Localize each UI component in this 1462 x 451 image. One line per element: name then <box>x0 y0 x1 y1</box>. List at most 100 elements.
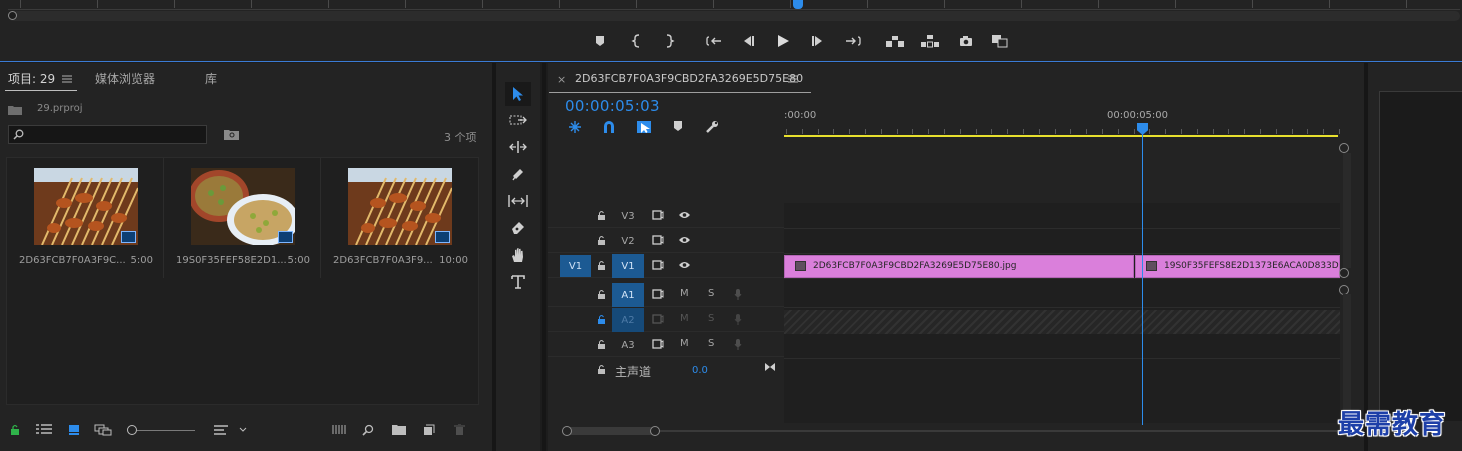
lock-icon[interactable] <box>597 339 606 350</box>
microphone-icon[interactable] <box>734 338 742 351</box>
zoom-slider-handle[interactable] <box>127 425 137 435</box>
lock-icon[interactable] <box>597 260 606 271</box>
mark-in-button[interactable] <box>626 30 648 52</box>
timeline-clip[interactable]: 2D63FCB7F0A3F9CBD2FA3269E5D75E80.jpg <box>784 255 1134 278</box>
microphone-icon[interactable] <box>734 313 742 326</box>
tab-media-browser[interactable]: 媒体浏览器 <box>95 70 155 87</box>
eye-icon[interactable] <box>678 235 691 245</box>
close-sequence-button[interactable]: × <box>557 73 566 86</box>
source-patch-v1[interactable]: V1 <box>560 255 591 277</box>
step-forward-button[interactable] <box>807 30 829 52</box>
linked-selection-icon[interactable] <box>636 120 652 134</box>
solo-button[interactable]: S <box>708 338 714 349</box>
panel-divider[interactable] <box>542 63 546 451</box>
hscroll-thumb[interactable] <box>564 427 654 435</box>
track-name[interactable]: V1 <box>612 254 644 278</box>
step-back-button[interactable] <box>737 30 759 52</box>
hscroll-handle-left[interactable] <box>562 426 572 436</box>
monitor-time-ruler[interactable] <box>8 0 1460 10</box>
track-name[interactable]: A3 <box>612 333 644 357</box>
track-name[interactable]: V2 <box>612 229 644 253</box>
lock-icon[interactable] <box>597 289 606 300</box>
mark-out-button[interactable] <box>658 30 680 52</box>
master-volume-value[interactable]: 0.0 <box>692 365 708 376</box>
export-frame-button[interactable] <box>955 30 977 52</box>
lock-open-icon[interactable] <box>597 314 606 325</box>
find-icon[interactable] <box>362 424 374 436</box>
lane-a3[interactable] <box>784 334 1340 359</box>
monitor-zoom-scrollbar[interactable] <box>8 11 1460 21</box>
slip-tool[interactable] <box>505 189 531 213</box>
lock-icon[interactable] <box>597 235 606 246</box>
hscroll-track[interactable] <box>562 430 1350 432</box>
pen-tool[interactable] <box>505 216 531 240</box>
lane-v1[interactable]: 2D63FCB7F0A3F9CBD2FA3269E5D75E80.jpg 19S… <box>784 254 1340 279</box>
wrench-icon[interactable] <box>705 120 719 134</box>
video-vertical-scrollbar[interactable] <box>1343 153 1351 268</box>
sync-lock-icon[interactable] <box>652 260 664 270</box>
tab-library[interactable]: 库 <box>205 70 217 87</box>
monitor-playhead[interactable] <box>793 0 803 9</box>
nest-icon[interactable] <box>568 120 582 134</box>
track-name[interactable]: V3 <box>612 204 644 228</box>
track-area[interactable]: 2D63FCB7F0A3F9CBD2FA3269E5D75E80.jpg 19S… <box>784 203 1340 423</box>
add-marker-button[interactable] <box>589 30 611 52</box>
icon-view-icon[interactable] <box>68 424 80 435</box>
extract-button[interactable] <box>919 30 941 52</box>
search-input[interactable] <box>8 125 207 144</box>
timeline-horizontal-scrollbar[interactable] <box>562 426 1350 436</box>
playhead-line[interactable] <box>1142 133 1143 425</box>
timeline-clip[interactable]: 19S0F35FEFS8E2D1373E6ACA0D833D06.j <box>1135 255 1340 278</box>
lock-icon[interactable] <box>10 424 20 436</box>
mute-button[interactable]: M <box>680 313 689 324</box>
eye-icon[interactable] <box>678 210 691 220</box>
work-area-bar[interactable] <box>784 135 1338 137</box>
mute-button[interactable]: M <box>680 288 689 299</box>
lane-master[interactable] <box>784 359 1340 384</box>
time-ruler[interactable]: :00:00 00:00:05:00 <box>784 105 1340 137</box>
new-item-icon[interactable] <box>423 424 435 436</box>
audio-vertical-scrollbar[interactable] <box>1343 294 1351 419</box>
lane-v3[interactable] <box>784 204 1340 229</box>
sync-lock-icon[interactable] <box>652 339 664 349</box>
zoom-slider-track[interactable] <box>137 430 195 431</box>
ripple-edit-tool[interactable] <box>505 135 531 159</box>
new-bin-icon[interactable] <box>392 424 406 435</box>
microphone-icon[interactable] <box>734 288 742 301</box>
monitor-scroll-handle[interactable] <box>8 11 17 20</box>
sort-icon[interactable] <box>214 424 230 436</box>
tab-project[interactable]: 项目: 29 <box>8 70 55 87</box>
track-name[interactable]: A1 <box>612 283 644 307</box>
type-tool[interactable] <box>505 270 531 294</box>
video-scroll-handle-top[interactable] <box>1339 143 1349 153</box>
marker-icon[interactable] <box>672 120 684 132</box>
track-name[interactable]: A2 <box>612 308 644 332</box>
project-sequence-card[interactable]: 2D63FCB7F0A3F9... 10:00 <box>321 158 478 278</box>
sync-lock-icon[interactable] <box>652 289 664 299</box>
panel-menu-icon[interactable] <box>62 75 72 83</box>
project-clip-card[interactable]: 19S0F35FEF58E2D1... 5:00 <box>164 158 321 278</box>
playhead-timecode[interactable]: 00:00:05:03 <box>565 97 660 115</box>
razor-tool[interactable] <box>505 162 531 186</box>
sync-lock-icon[interactable] <box>652 210 664 220</box>
track-select-tool[interactable] <box>505 108 531 132</box>
eye-icon[interactable] <box>678 260 691 270</box>
selection-tool[interactable] <box>505 82 531 106</box>
hand-tool[interactable] <box>505 243 531 267</box>
go-to-out-button[interactable] <box>842 30 864 52</box>
play-button[interactable] <box>772 30 794 52</box>
sequence-tab-title[interactable]: 2D63FCB7F0A3F9CBD2FA3269E5D75E80 <box>575 72 803 85</box>
freeform-view-icon[interactable] <box>94 424 112 436</box>
go-to-in-button[interactable] <box>703 30 725 52</box>
lane-a1[interactable] <box>784 283 1340 308</box>
solo-button[interactable]: S <box>708 313 714 324</box>
video-scroll-handle-bottom[interactable] <box>1339 268 1349 278</box>
lock-icon[interactable] <box>597 210 606 221</box>
solo-button[interactable]: S <box>708 288 714 299</box>
sync-lock-icon[interactable] <box>652 235 664 245</box>
sync-lock-icon[interactable] <box>652 314 664 324</box>
project-clip-card[interactable]: 2D63FCB7F0A3F9C... 5:00 <box>7 158 164 278</box>
comparison-view-button[interactable] <box>989 30 1011 52</box>
lock-icon[interactable] <box>597 364 606 375</box>
snap-icon[interactable] <box>602 120 616 134</box>
